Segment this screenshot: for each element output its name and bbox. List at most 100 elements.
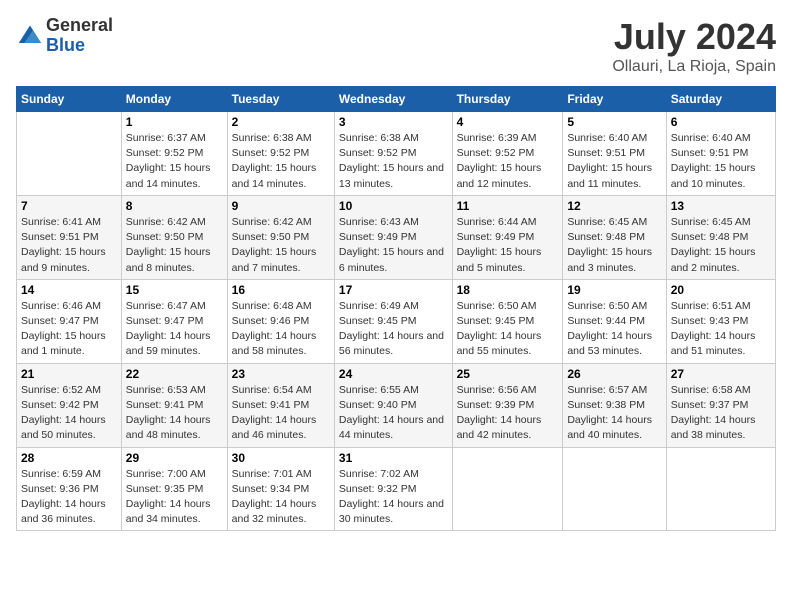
day-info: Sunrise: 6:37 AMSunset: 9:52 PMDaylight:… bbox=[126, 131, 223, 192]
day-cell: 7 Sunrise: 6:41 AMSunset: 9:51 PMDaylight… bbox=[17, 195, 122, 279]
day-cell: 2 Sunrise: 6:38 AMSunset: 9:52 PMDaylight… bbox=[227, 112, 334, 196]
day-cell: 30 Sunrise: 7:01 AMSunset: 9:34 PMDayligh… bbox=[227, 447, 334, 531]
day-info: Sunrise: 6:43 AMSunset: 9:49 PMDaylight:… bbox=[339, 215, 448, 276]
day-number: 26 bbox=[567, 367, 661, 381]
day-cell: 18 Sunrise: 6:50 AMSunset: 9:45 PMDayligh… bbox=[452, 279, 563, 363]
day-cell: 21 Sunrise: 6:52 AMSunset: 9:42 PMDayligh… bbox=[17, 363, 122, 447]
logo-blue: Blue bbox=[46, 35, 85, 55]
day-number: 5 bbox=[567, 115, 661, 129]
col-header-monday: Monday bbox=[121, 87, 227, 112]
day-cell bbox=[452, 447, 563, 531]
day-cell: 19Sunrise: 6:50 AMSunset: 9:44 PMDayligh… bbox=[563, 279, 666, 363]
day-number: 3 bbox=[339, 115, 448, 129]
day-info: Sunrise: 7:00 AMSunset: 9:35 PMDaylight:… bbox=[126, 467, 223, 528]
day-number: 4 bbox=[457, 115, 559, 129]
day-number: 20 bbox=[671, 283, 771, 297]
day-cell: 23 Sunrise: 6:54 AMSunset: 9:41 PMDayligh… bbox=[227, 363, 334, 447]
day-info: Sunrise: 6:44 AMSunset: 9:49 PMDaylight:… bbox=[457, 215, 559, 276]
day-info: Sunrise: 6:46 AMSunset: 9:47 PMDaylight:… bbox=[21, 299, 117, 360]
day-number: 21 bbox=[21, 367, 117, 381]
logo: General Blue bbox=[16, 16, 113, 56]
col-header-thursday: Thursday bbox=[452, 87, 563, 112]
day-cell: 9 Sunrise: 6:42 AMSunset: 9:50 PMDaylight… bbox=[227, 195, 334, 279]
title-block: July 2024 Ollauri, La Rioja, Spain bbox=[612, 16, 776, 76]
day-cell: 12 Sunrise: 6:45 AMSunset: 9:48 PMDayligh… bbox=[563, 195, 666, 279]
header: General Blue July 2024 Ollauri, La Rioja… bbox=[16, 16, 776, 76]
week-row-4: 21 Sunrise: 6:52 AMSunset: 9:42 PMDayligh… bbox=[17, 363, 776, 447]
day-cell: 5 Sunrise: 6:40 AMSunset: 9:51 PMDaylight… bbox=[563, 112, 666, 196]
day-number: 9 bbox=[232, 199, 330, 213]
day-info: Sunrise: 6:53 AMSunset: 9:41 PMDaylight:… bbox=[126, 383, 223, 444]
day-cell: 31Sunrise: 7:02 AMSunset: 9:32 PMDayligh… bbox=[334, 447, 452, 531]
day-number: 25 bbox=[457, 367, 559, 381]
day-number: 18 bbox=[457, 283, 559, 297]
day-info: Sunrise: 6:57 AMSunset: 9:38 PMDaylight:… bbox=[567, 383, 661, 444]
day-number: 30 bbox=[232, 451, 330, 465]
day-cell: 26 Sunrise: 6:57 AMSunset: 9:38 PMDayligh… bbox=[563, 363, 666, 447]
day-info: Sunrise: 6:50 AMSunset: 9:45 PMDaylight:… bbox=[457, 299, 559, 360]
week-row-5: 28 Sunrise: 6:59 AMSunset: 9:36 PMDayligh… bbox=[17, 447, 776, 531]
day-info: Sunrise: 6:38 AMSunset: 9:52 PMDaylight:… bbox=[339, 131, 448, 192]
day-number: 7 bbox=[21, 199, 117, 213]
day-cell bbox=[666, 447, 775, 531]
day-cell: 25 Sunrise: 6:56 AMSunset: 9:39 PMDayligh… bbox=[452, 363, 563, 447]
col-header-friday: Friday bbox=[563, 87, 666, 112]
col-header-saturday: Saturday bbox=[666, 87, 775, 112]
logo-general: General bbox=[46, 15, 113, 35]
day-info: Sunrise: 6:49 AMSunset: 9:45 PMDaylight:… bbox=[339, 299, 448, 360]
day-number: 29 bbox=[126, 451, 223, 465]
day-cell: 6Sunrise: 6:40 AMSunset: 9:51 PMDaylight… bbox=[666, 112, 775, 196]
day-number: 23 bbox=[232, 367, 330, 381]
day-info: Sunrise: 6:59 AMSunset: 9:36 PMDaylight:… bbox=[21, 467, 117, 528]
calendar-header: SundayMondayTuesdayWednesdayThursdayFrid… bbox=[17, 87, 776, 112]
day-info: Sunrise: 6:52 AMSunset: 9:42 PMDaylight:… bbox=[21, 383, 117, 444]
col-header-wednesday: Wednesday bbox=[334, 87, 452, 112]
day-cell: 14 Sunrise: 6:46 AMSunset: 9:47 PMDayligh… bbox=[17, 279, 122, 363]
day-cell: 11 Sunrise: 6:44 AMSunset: 9:49 PMDayligh… bbox=[452, 195, 563, 279]
day-cell: 3 Sunrise: 6:38 AMSunset: 9:52 PMDaylight… bbox=[334, 112, 452, 196]
day-number: 6 bbox=[671, 115, 771, 129]
col-header-tuesday: Tuesday bbox=[227, 87, 334, 112]
day-number: 28 bbox=[21, 451, 117, 465]
day-info: Sunrise: 6:51 AMSunset: 9:43 PMDaylight:… bbox=[671, 299, 771, 360]
day-number: 11 bbox=[457, 199, 559, 213]
day-number: 27 bbox=[671, 367, 771, 381]
subtitle: Ollauri, La Rioja, Spain bbox=[612, 58, 776, 76]
day-info: Sunrise: 6:48 AMSunset: 9:46 PMDaylight:… bbox=[232, 299, 330, 360]
calendar-table: SundayMondayTuesdayWednesdayThursdayFrid… bbox=[16, 86, 776, 531]
week-row-1: 1 Sunrise: 6:37 AMSunset: 9:52 PMDaylight… bbox=[17, 112, 776, 196]
header-row: SundayMondayTuesdayWednesdayThursdayFrid… bbox=[17, 87, 776, 112]
day-number: 13 bbox=[671, 199, 771, 213]
day-cell: 17Sunrise: 6:49 AMSunset: 9:45 PMDayligh… bbox=[334, 279, 452, 363]
day-info: Sunrise: 6:56 AMSunset: 9:39 PMDaylight:… bbox=[457, 383, 559, 444]
day-number: 1 bbox=[126, 115, 223, 129]
week-row-2: 7 Sunrise: 6:41 AMSunset: 9:51 PMDaylight… bbox=[17, 195, 776, 279]
day-cell: 1 Sunrise: 6:37 AMSunset: 9:52 PMDaylight… bbox=[121, 112, 227, 196]
day-cell: 28 Sunrise: 6:59 AMSunset: 9:36 PMDayligh… bbox=[17, 447, 122, 531]
page: General Blue July 2024 Ollauri, La Rioja… bbox=[0, 0, 792, 612]
day-info: Sunrise: 6:41 AMSunset: 9:51 PMDaylight:… bbox=[21, 215, 117, 276]
day-number: 22 bbox=[126, 367, 223, 381]
day-number: 16 bbox=[232, 283, 330, 297]
day-number: 14 bbox=[21, 283, 117, 297]
day-info: Sunrise: 6:45 AMSunset: 9:48 PMDaylight:… bbox=[671, 215, 771, 276]
day-info: Sunrise: 6:45 AMSunset: 9:48 PMDaylight:… bbox=[567, 215, 661, 276]
day-info: Sunrise: 6:38 AMSunset: 9:52 PMDaylight:… bbox=[232, 131, 330, 192]
day-cell bbox=[17, 112, 122, 196]
day-cell: 27Sunrise: 6:58 AMSunset: 9:37 PMDayligh… bbox=[666, 363, 775, 447]
day-cell: 22 Sunrise: 6:53 AMSunset: 9:41 PMDayligh… bbox=[121, 363, 227, 447]
day-cell: 24Sunrise: 6:55 AMSunset: 9:40 PMDayligh… bbox=[334, 363, 452, 447]
week-row-3: 14 Sunrise: 6:46 AMSunset: 9:47 PMDayligh… bbox=[17, 279, 776, 363]
day-number: 2 bbox=[232, 115, 330, 129]
col-header-sunday: Sunday bbox=[17, 87, 122, 112]
day-info: Sunrise: 6:40 AMSunset: 9:51 PMDaylight:… bbox=[567, 131, 661, 192]
day-info: Sunrise: 6:54 AMSunset: 9:41 PMDaylight:… bbox=[232, 383, 330, 444]
day-cell: 4Sunrise: 6:39 AMSunset: 9:52 PMDaylight… bbox=[452, 112, 563, 196]
day-cell: 29 Sunrise: 7:00 AMSunset: 9:35 PMDayligh… bbox=[121, 447, 227, 531]
day-cell bbox=[563, 447, 666, 531]
day-number: 15 bbox=[126, 283, 223, 297]
day-number: 12 bbox=[567, 199, 661, 213]
day-info: Sunrise: 6:42 AMSunset: 9:50 PMDaylight:… bbox=[126, 215, 223, 276]
day-info: Sunrise: 7:01 AMSunset: 9:34 PMDaylight:… bbox=[232, 467, 330, 528]
day-info: Sunrise: 6:42 AMSunset: 9:50 PMDaylight:… bbox=[232, 215, 330, 276]
